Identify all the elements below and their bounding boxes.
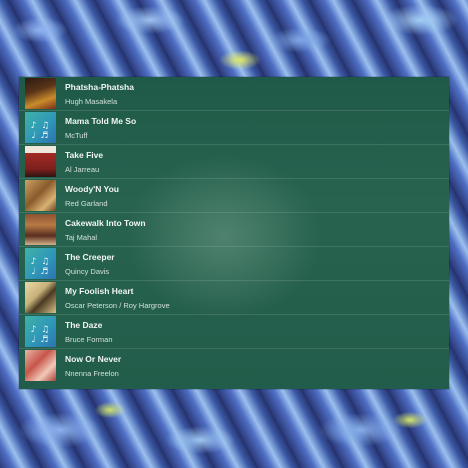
track-artist: Hugh Masakela xyxy=(65,97,118,106)
music-notes-icon: ♪ ♫ ♩ ♬ xyxy=(30,121,51,141)
track-title: My Foolish Heart xyxy=(65,286,134,296)
track-artist: Oscar Peterson / Roy Hargrove xyxy=(65,301,170,310)
track-artist: Bruce Forman xyxy=(65,335,113,344)
album-art xyxy=(25,350,56,381)
track-artist: McTuff xyxy=(65,131,88,140)
track-title: Phatsha-Phatsha xyxy=(65,82,134,92)
track-title: Cakewalk Into Town xyxy=(65,218,146,228)
track-title: Take Five xyxy=(65,150,104,160)
track-title: The Daze xyxy=(65,320,103,330)
jazz-placeholder-art: ♪ ♫ ♩ ♬ xyxy=(25,248,56,279)
track-title: The Creeper xyxy=(65,252,115,262)
track-row[interactable]: Phatsha-Phatsha Hugh Masakela xyxy=(19,77,449,111)
track-row[interactable]: Now Or Never Nnenna Freelon xyxy=(19,349,449,383)
track-row[interactable]: My Foolish Heart Oscar Peterson / Roy Ha… xyxy=(19,281,449,315)
track-artist: Taj Mahal xyxy=(65,233,98,242)
album-art xyxy=(25,146,56,177)
album-art xyxy=(25,282,56,313)
track-row[interactable]: Take Five Al Jarreau xyxy=(19,145,449,179)
track-artist: Red Garland xyxy=(65,199,108,208)
track-row[interactable]: Woody'N You Red Garland xyxy=(19,179,449,213)
music-notes-icon: ♪ ♫ ♩ ♬ xyxy=(30,325,51,345)
album-art xyxy=(25,214,56,245)
track-list-panel: Phatsha-Phatsha Hugh Masakela ♪ ♫ ♩ ♬ Ma… xyxy=(19,77,449,389)
track-title: Woody'N You xyxy=(65,184,119,194)
music-notes-icon: ♪ ♫ ♩ ♬ xyxy=(30,257,51,277)
track-row[interactable]: ♪ ♫ ♩ ♬ The Daze Bruce Forman xyxy=(19,315,449,349)
track-row[interactable]: ♪ ♫ ♩ ♬ The Creeper Quincy Davis xyxy=(19,247,449,281)
album-art xyxy=(25,180,56,211)
jazz-placeholder-art: ♪ ♫ ♩ ♬ xyxy=(25,316,56,347)
track-title: Mama Told Me So xyxy=(65,116,137,126)
track-row[interactable]: Cakewalk Into Town Taj Mahal xyxy=(19,213,449,247)
track-title: Now Or Never xyxy=(65,354,122,364)
track-artist: Al Jarreau xyxy=(65,165,100,174)
album-art xyxy=(25,78,56,109)
jazz-placeholder-art: ♪ ♫ ♩ ♬ xyxy=(25,112,56,143)
track-artist: Quincy Davis xyxy=(65,267,110,276)
track-row[interactable]: ♪ ♫ ♩ ♬ Mama Told Me So McTuff xyxy=(19,111,449,145)
track-artist: Nnenna Freelon xyxy=(65,369,119,378)
